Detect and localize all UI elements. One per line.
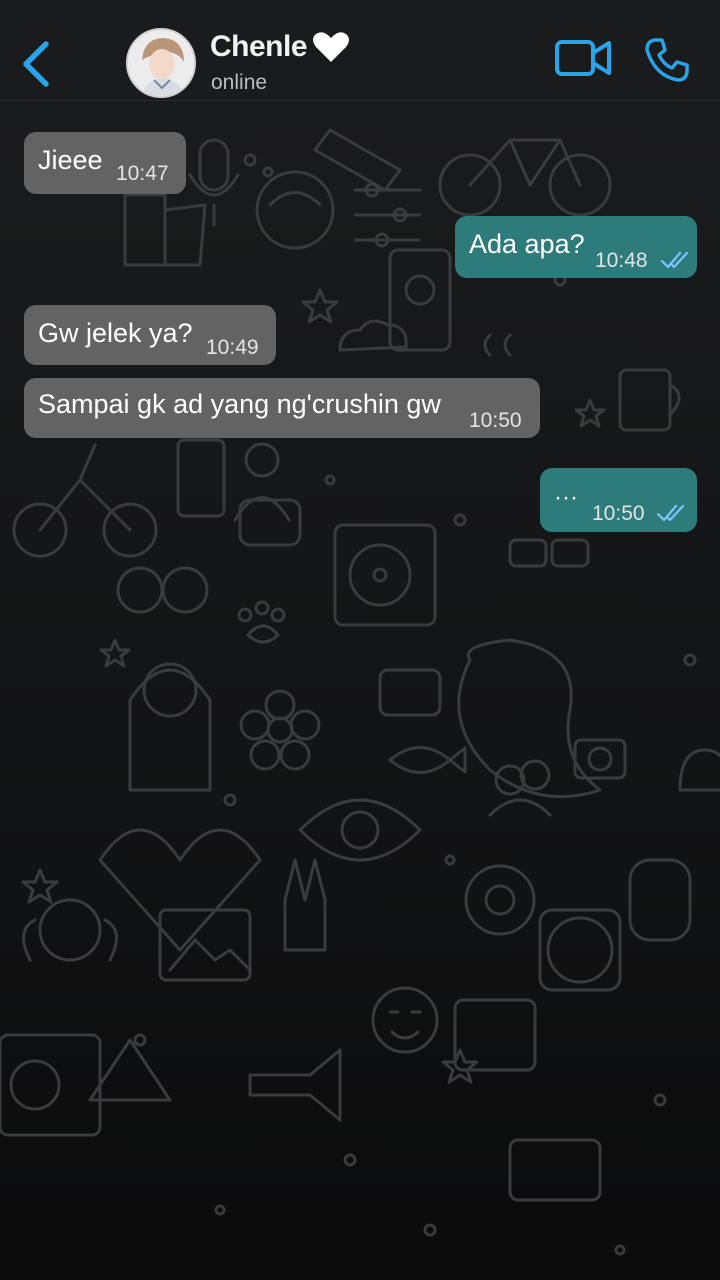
incoming-message[interactable]: Gw jelek ya? 10:49 bbox=[24, 305, 276, 365]
video-call-button[interactable] bbox=[554, 38, 612, 78]
heart-icon bbox=[313, 32, 349, 62]
message-time: 10:49 bbox=[206, 336, 259, 359]
message-time: 10:48 bbox=[595, 249, 648, 272]
message-text: ··· bbox=[554, 484, 578, 511]
message-list: Jieee 10:47 Ada apa? 10:48 Gw jelek ya? … bbox=[0, 100, 720, 1280]
message-time: 10:47 bbox=[116, 162, 169, 185]
video-camera-icon bbox=[555, 40, 611, 76]
contact-status: online bbox=[211, 71, 268, 94]
outgoing-message[interactable]: Ada apa? 10:48 bbox=[455, 216, 697, 278]
contact-avatar[interactable] bbox=[126, 28, 196, 98]
chat-header: Chenle online bbox=[0, 0, 720, 101]
message-time: 10:50 bbox=[469, 409, 522, 432]
back-button[interactable] bbox=[14, 38, 60, 88]
message-time: 10:50 bbox=[592, 502, 645, 525]
voice-call-button[interactable] bbox=[643, 36, 691, 84]
message-text: Gw jelek ya? bbox=[38, 318, 193, 348]
message-text: Ada apa? bbox=[469, 229, 585, 259]
avatar-photo bbox=[128, 30, 194, 96]
incoming-message[interactable]: Jieee 10:47 bbox=[24, 132, 186, 194]
message-text: Sampai gk ad yang ng'crushin gw bbox=[38, 389, 441, 419]
double-check-icon bbox=[660, 251, 689, 269]
chevron-left-icon bbox=[23, 41, 49, 87]
message-text: Jieee bbox=[38, 145, 103, 175]
outgoing-message[interactable]: ··· 10:50 bbox=[540, 468, 697, 532]
double-check-icon bbox=[656, 504, 685, 522]
incoming-message[interactable]: Sampai gk ad yang ng'crushin gw 10:50 bbox=[24, 378, 540, 438]
chat-screen: Chenle online Jieee 10:47 Ada apa? 10:48 bbox=[0, 0, 720, 1280]
phone-icon bbox=[645, 38, 689, 82]
contact-name[interactable]: Chenle bbox=[210, 30, 308, 64]
